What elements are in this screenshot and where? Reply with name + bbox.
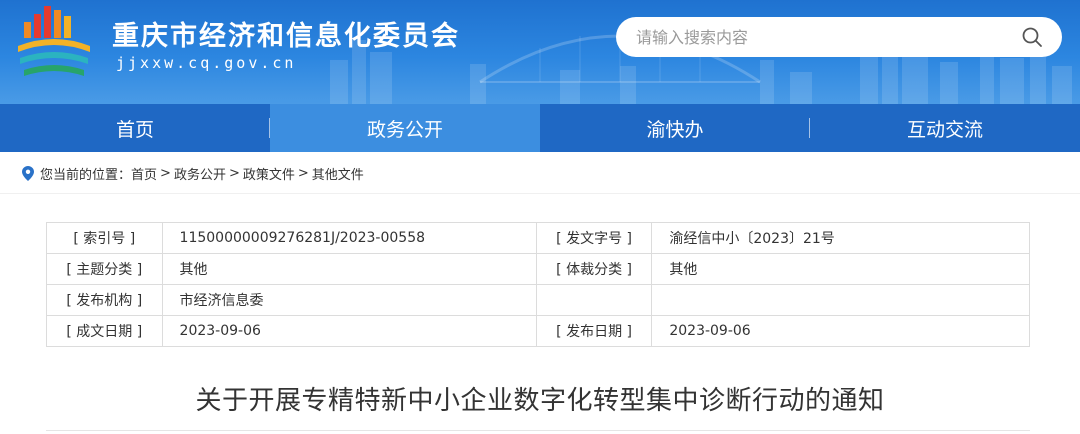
title-divider <box>46 430 1030 431</box>
table-row: [ 主题分类 ] 其他 [ 体裁分类 ] 其他 <box>46 253 1030 285</box>
written-date-label: [ 成文日期 ] <box>46 315 163 347</box>
breadcrumb: 您当前的位置： 首页 > 政务公开 > 政策文件 > 其他文件 <box>22 164 364 183</box>
site-header: 重庆市经济和信息化委员会 jjxxw.cq.gov.cn <box>0 0 1080 104</box>
site-url: jjxxw.cq.gov.cn <box>116 54 297 72</box>
publish-date-value: 2023-09-06 <box>651 315 1030 347</box>
site-title[interactable]: 重庆市经济和信息化委员会 <box>112 14 460 53</box>
nav-item-home[interactable]: 首页 <box>0 104 270 152</box>
publish-date-label: [ 发布日期 ] <box>535 315 653 347</box>
document-info-table: [ 索引号 ] 11500000009276281J/2023-00558 [ … <box>46 222 1030 347</box>
breadcrumb-policy-docs[interactable]: 政策文件 <box>243 164 295 183</box>
genre-label: [ 体裁分类 ] <box>535 253 653 285</box>
breadcrumb-separator: > <box>228 166 240 181</box>
written-date-value: 2023-09-06 <box>161 315 537 347</box>
main-nav: 首页 政务公开 渝快办 互动交流 <box>0 104 1080 152</box>
location-pin-icon <box>22 166 34 181</box>
nav-item-gov-affairs[interactable]: 政务公开 <box>270 104 540 152</box>
search-box <box>616 17 1062 57</box>
doc-number-label: [ 发文字号 ] <box>535 222 653 254</box>
document-title: 关于开展专精特新中小企业数字化转型集中诊断行动的通知 <box>195 386 885 416</box>
genre-value: 其他 <box>651 253 1030 285</box>
breadcrumb-separator: > <box>160 166 171 181</box>
nav-item-label: 首页 <box>115 118 154 141</box>
breadcrumb-divider <box>0 193 1080 194</box>
issuer-value: 市经济信息委 <box>161 284 537 316</box>
breadcrumb-prefix: 您当前的位置： <box>40 168 132 183</box>
table-row: [ 成文日期 ] 2023-09-06 [ 发布日期 ] 2023-09-06 <box>46 315 1030 347</box>
breadcrumb-gov-affairs[interactable]: 政务公开 <box>174 164 226 183</box>
search-icon[interactable] <box>1020 25 1044 49</box>
index-label: [ 索引号 ] <box>46 222 163 254</box>
search-input[interactable] <box>634 26 1020 48</box>
nav-item-label: 政务公开 <box>366 118 443 141</box>
index-value: 11500000009276281J/2023-00558 <box>161 222 537 254</box>
nav-item-interaction[interactable]: 互动交流 <box>810 104 1080 152</box>
breadcrumb-separator: > <box>297 166 309 181</box>
topic-value: 其他 <box>161 253 537 285</box>
breadcrumb-other-docs[interactable]: 其他文件 <box>312 164 364 183</box>
nav-item-yukuaiban[interactable]: 渝快办 <box>540 104 810 152</box>
breadcrumb-home[interactable]: 首页 <box>131 164 157 183</box>
table-row: [ 发布机构 ] 市经济信息委 <box>46 284 1030 316</box>
empty-cell <box>651 284 1030 316</box>
empty-cell <box>535 284 653 316</box>
nav-item-label: 渝快办 <box>646 118 704 141</box>
doc-number-value: 渝经信中小〔2023〕21号 <box>651 222 1030 254</box>
table-row: [ 索引号 ] 11500000009276281J/2023-00558 [ … <box>46 222 1030 254</box>
issuer-label: [ 发布机构 ] <box>46 284 163 316</box>
government-logo-icon[interactable] <box>14 6 94 78</box>
nav-item-label: 互动交流 <box>906 118 983 141</box>
topic-label: [ 主题分类 ] <box>46 253 163 285</box>
